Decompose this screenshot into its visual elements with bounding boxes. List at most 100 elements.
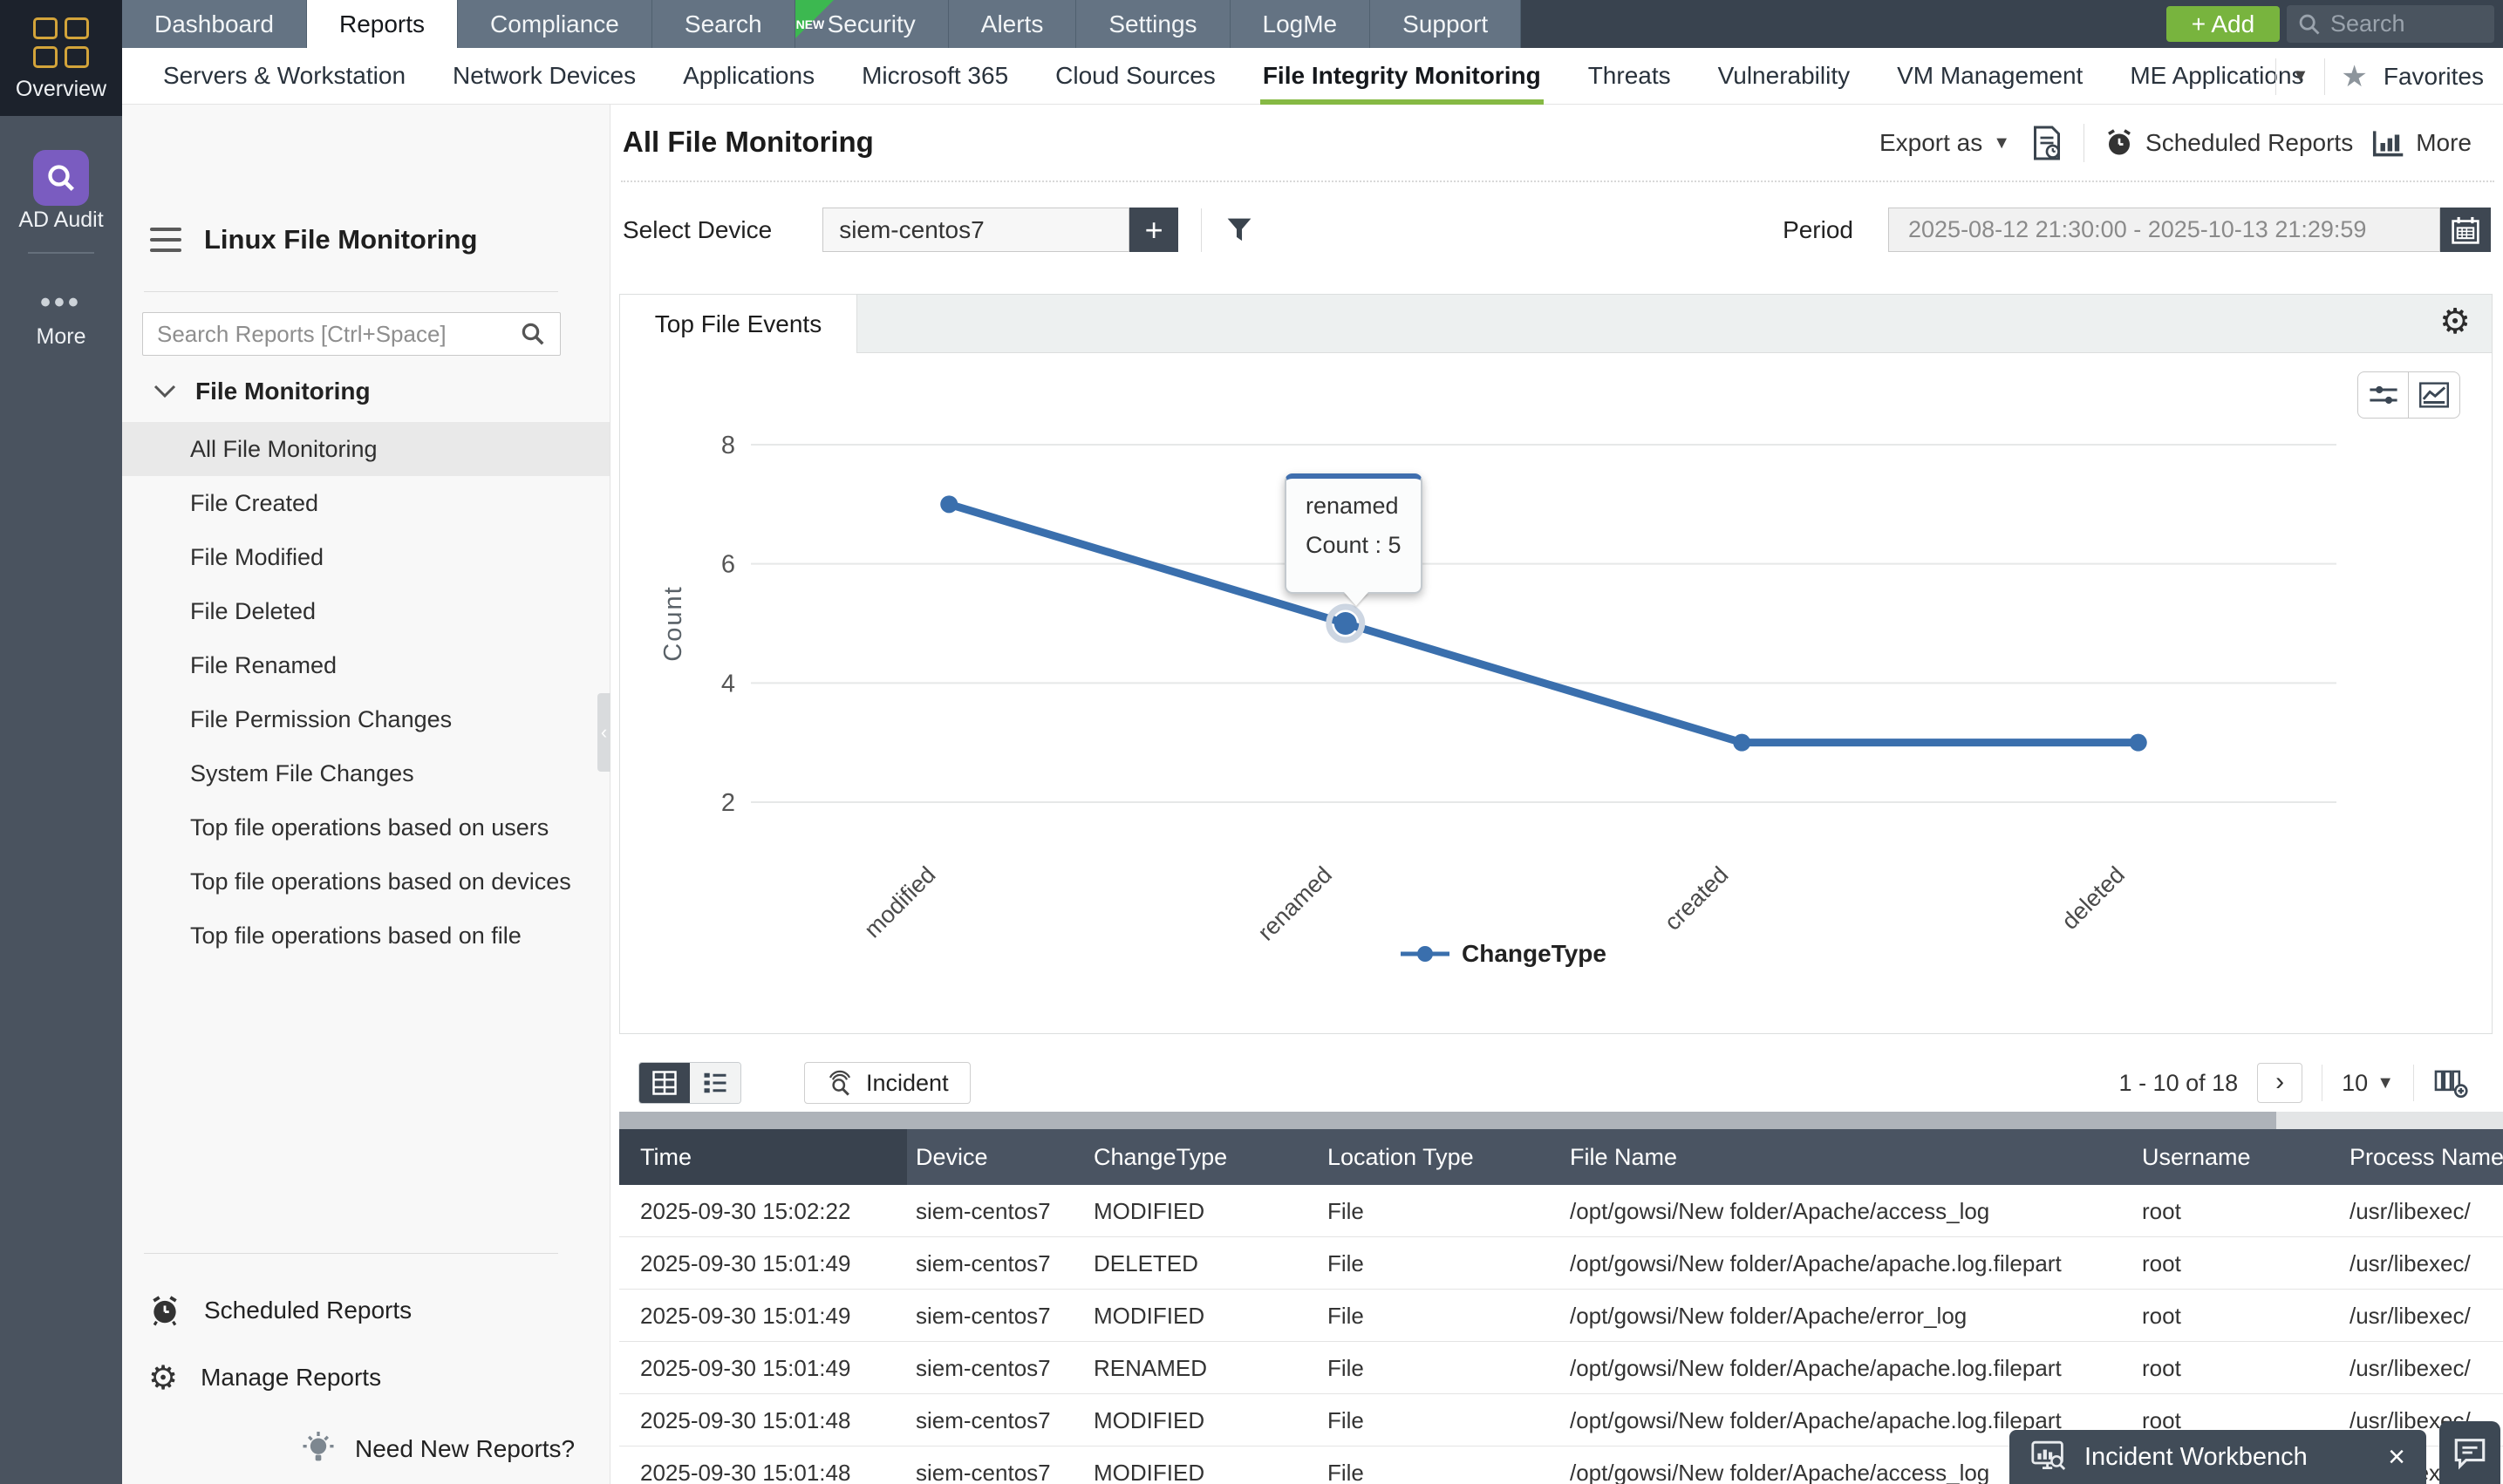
top-nav-item-compliance[interactable]: Compliance [458, 0, 652, 48]
list-view-button[interactable] [690, 1063, 740, 1103]
sidebar-title: Linux File Monitoring [204, 224, 477, 255]
column-header-file-name[interactable]: File Name [1570, 1129, 2137, 1185]
column-header-location-type[interactable]: Location Type [1327, 1129, 1563, 1185]
line-chart[interactable]: 2468Countmodifiedrenamedcreateddeleted [620, 353, 2492, 1035]
sidebar-collapse-handle[interactable]: ‹ [597, 693, 610, 772]
top-nav-item-logme[interactable]: LogMe [1231, 0, 1371, 48]
module-nav-item-servers-workstation[interactable]: Servers & Workstation [140, 48, 429, 105]
report-list: All File MonitoringFile CreatedFile Modi… [122, 422, 610, 963]
hamburger-menu-icon[interactable] [150, 228, 181, 252]
horizontal-scrollbar[interactable] [619, 1112, 2503, 1129]
panel-settings-gear-icon[interactable]: ⚙ [2439, 302, 2471, 342]
calendar-button[interactable] [2440, 208, 2491, 252]
report-search-box[interactable] [142, 312, 561, 356]
sidebar-item-file-renamed[interactable]: File Renamed [122, 638, 610, 692]
module-nav-item-cloud-sources[interactable]: Cloud Sources [1032, 48, 1239, 105]
sidebar-item-all-file-monitoring[interactable]: All File Monitoring [122, 422, 610, 476]
column-header-process-name[interactable]: Process Name [2350, 1129, 2503, 1185]
add-button[interactable]: + Add [2166, 6, 2280, 42]
feedback-chat-button[interactable] [2439, 1421, 2500, 1484]
sidebar-item-file-created[interactable]: File Created [122, 476, 610, 530]
top-nav-item-alerts[interactable]: Alerts [949, 0, 1077, 48]
filter-funnel-icon[interactable] [1224, 215, 1254, 245]
reports-sidebar: Linux File Monitoring File Monitoring Al… [122, 105, 610, 1484]
export-as-dropdown[interactable]: Export as ▼ [1879, 129, 2010, 157]
scrollbar-thumb[interactable] [619, 1112, 2276, 1129]
table-row[interactable]: 2025-09-30 15:02:22siem-centos7MODIFIEDF… [619, 1185, 2503, 1237]
close-icon[interactable]: × [2388, 1440, 2405, 1474]
manage-columns-icon[interactable] [2433, 1068, 2468, 1098]
cell-location-type: File [1327, 1447, 1563, 1484]
top-nav-item-security[interactable]: SecurityNEW [795, 0, 949, 48]
period-input[interactable] [1888, 208, 2440, 252]
cell-device: siem-centos7 [916, 1290, 1090, 1342]
module-nav-item-vulnerability[interactable]: Vulnerability [1695, 48, 1873, 105]
table-row[interactable]: 2025-09-30 15:01:49siem-centos7DELETEDFi… [619, 1237, 2503, 1290]
top-nav-item-search[interactable]: Search [652, 0, 795, 48]
scheduled-reports-label: Scheduled Reports [204, 1297, 412, 1324]
more-label[interactable]: More [0, 324, 122, 350]
global-search-input[interactable]: Search [2287, 5, 2494, 43]
table-row[interactable]: 2025-09-30 15:01:49siem-centos7RENAMEDFi… [619, 1342, 2503, 1394]
scheduled-reports-button[interactable]: Scheduled Reports [2104, 127, 2353, 159]
sidebar-item-file-deleted[interactable]: File Deleted [122, 584, 610, 638]
data-point[interactable] [2130, 734, 2147, 752]
column-header-time[interactable]: Time [640, 1129, 902, 1185]
sidebar-item-top-file-operations-based-on-devices[interactable]: Top file operations based on devices [122, 854, 610, 909]
module-nav-item-vm-management[interactable]: VM Management [1873, 48, 2106, 105]
cell-time: 2025-09-30 15:02:22 [640, 1185, 902, 1237]
table-row[interactable]: 2025-09-30 15:01:49siem-centos7MODIFIEDF… [619, 1290, 2503, 1342]
grid-view-button[interactable] [639, 1063, 690, 1103]
star-icon[interactable]: ★ [2341, 62, 2367, 92]
file-monitoring-group-header[interactable]: File Monitoring [153, 378, 371, 405]
chat-bubble-icon [2452, 1435, 2487, 1470]
more-button[interactable]: More [2372, 128, 2472, 158]
report-search-input[interactable] [157, 321, 520, 348]
next-page-button[interactable]: › [2257, 1063, 2302, 1103]
page-size-dropdown[interactable]: 10 ▼ [2342, 1070, 2394, 1097]
add-device-button[interactable]: + [1129, 208, 1178, 252]
sidebar-item-system-file-changes[interactable]: System File Changes [122, 746, 610, 800]
column-header-username[interactable]: Username [2142, 1129, 2343, 1185]
device-input[interactable] [822, 208, 1129, 252]
data-point-active[interactable] [1334, 612, 1357, 635]
module-nav-item-applications[interactable]: Applications [659, 48, 838, 105]
ad-audit-icon[interactable] [33, 150, 89, 206]
tab-top-file-events[interactable]: Top File Events [620, 295, 857, 353]
table-header: TimeDeviceChangeTypeLocation TypeFile Na… [619, 1129, 2503, 1185]
period-label: Period [1783, 216, 1853, 244]
column-header-changetype[interactable]: ChangeType [1094, 1129, 1320, 1185]
column-header-device[interactable]: Device [916, 1129, 1090, 1185]
export-report-icon[interactable] [2029, 125, 2064, 161]
chart-legend[interactable]: ChangeType [1401, 940, 1606, 968]
module-nav-item-microsoft-365[interactable]: Microsoft 365 [838, 48, 1032, 105]
top-file-events-panel: Top File Events ⚙ 2468Countmodifiedrenam… [619, 294, 2493, 1034]
top-nav-item-dashboard[interactable]: Dashboard [122, 0, 307, 48]
cell-username: root [2142, 1342, 2343, 1394]
sidebar-item-file-modified[interactable]: File Modified [122, 530, 610, 584]
sidebar-item-top-file-operations-based-on-file[interactable]: Top file operations based on file [122, 909, 610, 963]
module-nav-item-network-devices[interactable]: Network Devices [429, 48, 659, 105]
data-point[interactable] [940, 495, 958, 513]
ad-audit-label: AD Audit [0, 208, 122, 233]
incident-workbench-bar[interactable]: Incident Workbench × [2009, 1430, 2426, 1484]
module-nav-item-threats[interactable]: Threats [1565, 48, 1695, 105]
incident-button[interactable]: Incident [804, 1062, 971, 1104]
overview-grid-icon[interactable] [33, 17, 89, 68]
scheduled-reports-link[interactable]: Scheduled Reports [148, 1294, 412, 1327]
app-root: DashboardReportsComplianceSearchSecurity… [0, 0, 2503, 1484]
top-nav-item-support[interactable]: Support [1370, 0, 1521, 48]
manage-reports-link[interactable]: ⚙ Manage Reports [148, 1358, 381, 1397]
sidebar-item-top-file-operations-based-on-users[interactable]: Top file operations based on users [122, 800, 610, 854]
more-dots-icon[interactable]: ••• [0, 286, 122, 320]
need-new-reports-link[interactable]: Need New Reports? [301, 1430, 575, 1468]
top-nav-item-reports[interactable]: Reports [307, 0, 458, 48]
cell-username: root [2142, 1290, 2343, 1342]
sidebar-item-file-permission-changes[interactable]: File Permission Changes [122, 692, 610, 746]
data-point[interactable] [1733, 734, 1750, 752]
favorites-label[interactable]: Favorites [2384, 63, 2484, 91]
chevron-down-icon[interactable]: ▼ [2292, 66, 2309, 86]
module-nav-item-file-integrity-monitoring[interactable]: File Integrity Monitoring [1239, 48, 1565, 105]
cell-location-type: File [1327, 1290, 1563, 1342]
top-nav-item-settings[interactable]: Settings [1076, 0, 1230, 48]
